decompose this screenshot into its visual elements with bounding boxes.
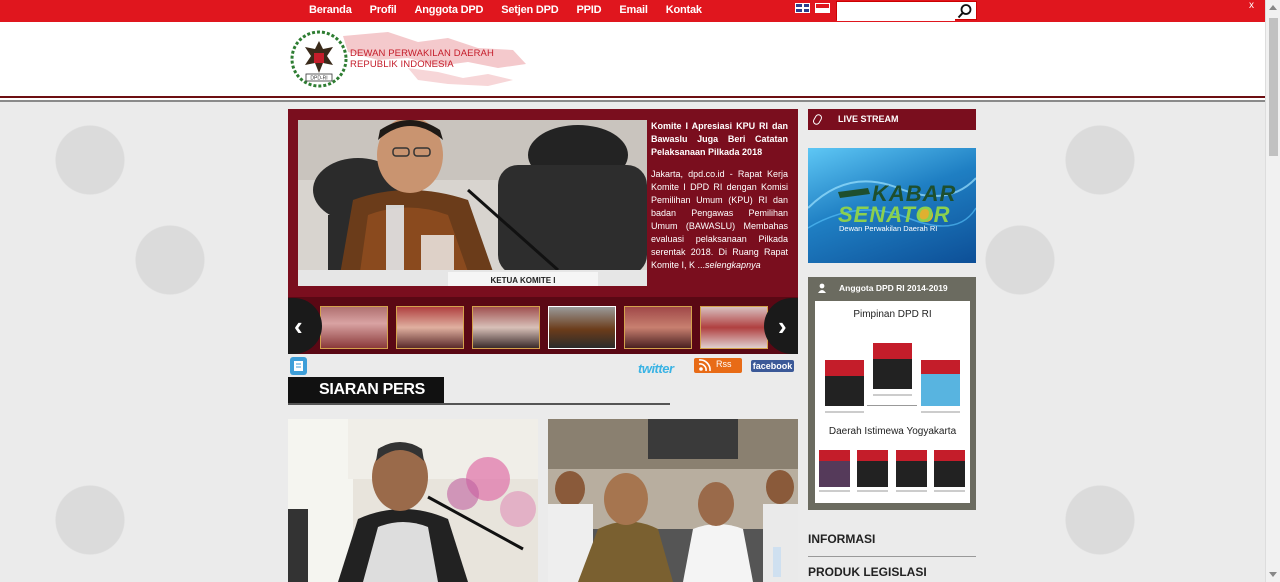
pimpinan-photo-3[interactable] — [921, 360, 960, 406]
close-button[interactable]: x — [1249, 0, 1254, 12]
thumbnail-1[interactable] — [320, 306, 388, 349]
sidebar-divider — [808, 556, 976, 557]
thumbnail-3[interactable] — [472, 306, 540, 349]
rss-link[interactable]: Rss — [694, 358, 742, 373]
logo-title: DEWAN PERWAKILAN DAERAH REPUBLIK INDONES… — [350, 48, 494, 70]
logo-line-2: REPUBLIK INDONESIA — [350, 59, 454, 70]
nav-anggota-dpd[interactable]: Anggota DPD — [406, 0, 493, 22]
member-photo-2[interactable] — [857, 450, 888, 487]
pimpinan-photo-2[interactable] — [873, 343, 912, 389]
chevron-left-icon: ‹ — [294, 311, 303, 341]
news-photo-1[interactable] — [288, 419, 538, 582]
section-divider — [288, 403, 670, 405]
region-title: Daerah Istimewa Yogyakarta — [828, 426, 957, 437]
thumbnail-6[interactable] — [700, 306, 768, 349]
nav-setjen-dpd[interactable]: Setjen DPD — [492, 0, 567, 22]
page-scrollbar[interactable] — [1265, 0, 1280, 582]
meeting-photo-icon: KETUA KOMITE I — [298, 120, 647, 286]
member-photo-4[interactable] — [934, 450, 965, 487]
top-nav-bar: Beranda Profil Anggota DPD Setjen DPD PP… — [0, 0, 1265, 22]
nameplate-label: KETUA KOMITE I — [490, 276, 555, 285]
garuda-emblem-icon: DPD-RI — [290, 30, 348, 88]
kabar-subtitle: Dewan Perwakilan Daerah RI — [839, 224, 938, 233]
caption-divider — [867, 405, 917, 406]
nav-email[interactable]: Email — [610, 0, 656, 22]
rss-label: Rss — [716, 359, 732, 369]
speaker-photo-icon — [288, 419, 538, 582]
site-logo[interactable]: DPD-RI DEWAN PERWAKILAN DAERAH REPUBLIK … — [288, 28, 528, 90]
headline-slider: KETUA KOMITE I Komite I Apresiasi KPU RI… — [288, 109, 798, 354]
user-icon — [818, 283, 826, 293]
scrollbar-thumb[interactable] — [1269, 18, 1278, 156]
search-box — [836, 1, 977, 21]
anggota-dpd-panel: Anggota DPD RI 2014-2019 Pimpinan DPD RI… — [808, 277, 976, 510]
headline-body: Jakarta, dpd.co.id - Rapat Kerja Komite … — [651, 168, 788, 272]
live-stream-header[interactable]: LIVE STREAM — [808, 109, 976, 130]
member-photo-1[interactable] — [819, 450, 850, 487]
headline-text: Komite I Apresiasi KPU RI dan Bawaslu Ju… — [651, 120, 788, 272]
caption-2 — [873, 394, 912, 396]
meeting-photo-icon — [548, 419, 798, 582]
thumbnail-strip — [288, 297, 798, 354]
chevron-right-icon: › — [778, 311, 787, 341]
headline-photo[interactable]: KETUA KOMITE I — [298, 120, 647, 286]
site-header — [0, 22, 1265, 96]
member-caption-4 — [934, 490, 965, 492]
nav-ppid[interactable]: PPID — [568, 0, 611, 22]
rss-icon — [698, 359, 711, 372]
nav-profil[interactable]: Profil — [361, 0, 406, 22]
anggota-header[interactable]: Anggota DPD RI 2014-2019 — [808, 277, 976, 299]
nav-kontak[interactable]: Kontak — [657, 0, 711, 22]
pimpinan-title: Pimpinan DPD RI — [853, 309, 932, 320]
pimpinan-photo-1[interactable] — [825, 360, 864, 406]
search-input[interactable] — [837, 3, 955, 21]
headline-title[interactable]: Komite I Apresiasi KPU RI dan Bawaslu Ju… — [651, 120, 788, 159]
member-caption-3 — [896, 490, 927, 492]
siaran-pers-heading: SIARAN PERS — [288, 377, 444, 403]
indonesia-flag-icon[interactable] — [815, 3, 830, 13]
kabar-senator-banner[interactable]: KABAR SENATOR Dewan Perwakilan Daerah RI — [808, 148, 976, 263]
member-caption-1 — [819, 490, 850, 492]
document-icon[interactable] — [290, 357, 307, 375]
member-caption-2 — [857, 490, 888, 492]
headline-excerpt: Jakarta, dpd.co.id - Rapat Kerja Komite … — [651, 169, 788, 270]
facebook-link[interactable]: facebook — [751, 360, 794, 372]
thumbnail-5[interactable] — [624, 306, 692, 349]
read-more-link[interactable]: selengkapnya — [705, 260, 761, 270]
paperclip-icon — [811, 112, 824, 127]
caption-1 — [825, 411, 864, 413]
search-icon[interactable] — [957, 3, 973, 19]
anggota-card: Pimpinan DPD RI Daerah Istimewa Yogyakar… — [815, 301, 970, 503]
twitter-link[interactable]: twitter — [638, 361, 674, 376]
thumbnail-4[interactable] — [548, 306, 616, 349]
anggota-heading: Anggota DPD RI 2014-2019 — [839, 283, 948, 293]
header-divider — [0, 96, 1265, 102]
nav-beranda[interactable]: Beranda — [300, 0, 361, 22]
social-row: twitter Rss facebook — [288, 356, 798, 376]
english-flag-icon[interactable] — [795, 3, 810, 13]
emblem-label: DPD-RI — [310, 76, 327, 82]
logo-line-1: DEWAN PERWAKILAN DAERAH — [350, 48, 494, 59]
live-stream-label: LIVE STREAM — [838, 114, 899, 124]
scroll-down-arrow-icon[interactable] — [1269, 572, 1277, 577]
caption-3 — [921, 411, 960, 413]
member-photo-3[interactable] — [896, 450, 927, 487]
informasi-link[interactable]: INFORMASI — [808, 532, 976, 546]
main-nav: Beranda Profil Anggota DPD Setjen DPD PP… — [300, 0, 711, 22]
scroll-up-arrow-icon[interactable] — [1269, 5, 1277, 10]
thumbnail-2[interactable] — [396, 306, 464, 349]
produk-legislasi-link[interactable]: PRODUK LEGISLASI — [808, 565, 976, 579]
news-photo-2[interactable] — [548, 419, 798, 582]
